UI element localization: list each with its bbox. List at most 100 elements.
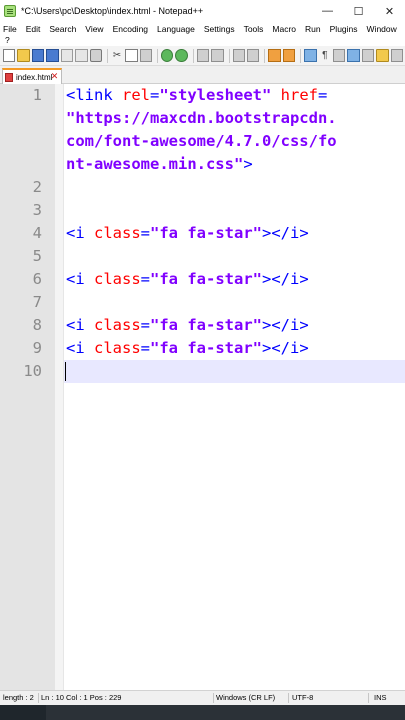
menu-language[interactable]: Language — [157, 24, 195, 34]
code-token-tag: = — [140, 270, 151, 288]
tab-close-icon[interactable]: ✕ — [50, 72, 59, 81]
find-icon[interactable] — [196, 49, 210, 62]
code-token-val: com/font-awesome/4.7.0/css/fo — [66, 132, 337, 150]
word-wrap-icon[interactable] — [304, 49, 317, 62]
menu-encoding[interactable]: Encoding — [113, 24, 148, 34]
status-insert-mode[interactable]: INS — [374, 693, 387, 702]
code-token-attr: href — [280, 86, 318, 104]
menu-file[interactable]: File — [3, 24, 17, 34]
status-bar: length : 2 Ln : 10 Col : 1 Pos : 229 Win… — [0, 690, 405, 705]
paste-icon[interactable] — [139, 49, 153, 62]
zoom-out-icon[interactable] — [247, 49, 260, 62]
minimize-button[interactable]: — — [312, 0, 343, 22]
doc-map-icon[interactable] — [347, 49, 360, 62]
menu-plugins[interactable]: Plugins — [330, 24, 358, 34]
code-line-text: <i class="fa fa-star"></i> — [66, 222, 309, 245]
line-number: 4 — [32, 224, 42, 242]
line-number: 1 — [32, 86, 42, 104]
current-code-line[interactable] — [64, 360, 405, 383]
undo-icon[interactable] — [161, 49, 174, 62]
code-line[interactable] — [64, 199, 405, 222]
code-token-val: "fa fa-star" — [150, 224, 262, 242]
close-all-icon[interactable] — [75, 49, 88, 62]
toolbar-separator — [228, 48, 230, 63]
code-line[interactable]: <i class="fa fa-star"></i> — [64, 337, 405, 360]
code-line[interactable]: <link rel="stylesheet" href= — [64, 84, 405, 107]
toolbar-separator — [192, 48, 194, 63]
zoom-in-icon[interactable] — [232, 49, 246, 62]
line-number: 7 — [32, 293, 42, 311]
save-icon[interactable] — [31, 49, 45, 62]
code-token-tag: <i — [66, 224, 94, 242]
code-line[interactable]: <i class="fa fa-star"></i> — [64, 268, 405, 291]
copy-icon[interactable] — [125, 49, 138, 62]
line-number-gutter: 1 2 3 4 5 6 7 8 9 10 — [0, 84, 55, 690]
code-line[interactable]: "https://maxcdn.bootstrapcdn. — [64, 107, 405, 130]
status-separator — [288, 693, 289, 703]
close-button[interactable]: ✕ — [374, 0, 405, 22]
menu-tools[interactable]: Tools — [244, 24, 264, 34]
save-all-icon[interactable] — [46, 49, 59, 62]
sync-v-icon[interactable] — [268, 49, 281, 62]
code-token-tag: ></i> — [262, 224, 309, 242]
taskbar — [0, 705, 405, 720]
menu-bar: File Edit Search View Encoding Language … — [0, 22, 405, 46]
line-number: 6 — [32, 270, 42, 288]
print-icon[interactable] — [89, 49, 102, 62]
menu-view[interactable]: View — [85, 24, 103, 34]
toolbar-separator — [300, 48, 302, 63]
toolbar: ✂ ¶ — [0, 46, 405, 66]
sync-h-icon[interactable] — [282, 49, 296, 62]
close-icon[interactable] — [60, 49, 74, 62]
code-token-tag: <i — [66, 270, 94, 288]
tab-index-html[interactable]: index.html ✕ — [2, 68, 62, 84]
code-token-attr: class — [94, 339, 141, 357]
code-line[interactable]: <i class="fa fa-star"></i> — [64, 222, 405, 245]
function-list-icon[interactable] — [361, 49, 375, 62]
record-macro-icon[interactable] — [390, 49, 404, 62]
menu-edit[interactable]: Edit — [26, 24, 41, 34]
replace-icon[interactable] — [211, 49, 224, 62]
code-token-val: "fa fa-star" — [150, 270, 262, 288]
menu-window[interactable]: Window — [367, 24, 397, 34]
code-token-val: "stylesheet" — [159, 86, 272, 104]
code-token-tag: = — [318, 86, 328, 104]
code-line[interactable] — [64, 291, 405, 314]
code-line-text: "https://maxcdn.bootstrapcdn. — [66, 107, 337, 130]
code-line[interactable]: com/font-awesome/4.7.0/css/fo — [64, 130, 405, 153]
line-number: 5 — [32, 247, 42, 265]
line-number: 8 — [32, 316, 42, 334]
toolbar-separator — [264, 48, 266, 63]
code-line-text: <i class="fa fa-star"></i> — [66, 268, 309, 291]
code-line[interactable] — [64, 245, 405, 268]
code-line-text: <i class="fa fa-star"></i> — [66, 337, 309, 360]
toolbar-separator — [157, 48, 159, 63]
cut-icon[interactable]: ✂ — [111, 49, 123, 62]
unsaved-file-icon — [5, 72, 13, 82]
redo-icon[interactable] — [175, 49, 188, 62]
new-file-icon[interactable] — [3, 49, 16, 62]
taskbar-start-area[interactable] — [0, 705, 46, 720]
editor-area[interactable]: 1 2 3 4 5 6 7 8 9 10 <link rel="stylesheet" href=… — [0, 84, 405, 690]
menu-help[interactable]: ? — [5, 35, 10, 45]
open-folder-icon[interactable] — [17, 49, 30, 62]
menu-macro[interactable]: Macro — [272, 24, 296, 34]
menu-settings[interactable]: Settings — [204, 24, 235, 34]
folder-workspace-icon[interactable] — [376, 49, 389, 62]
menu-run[interactable]: Run — [305, 24, 321, 34]
code-line[interactable] — [64, 176, 405, 199]
code-line[interactable]: nt-awesome.min.css"> — [64, 153, 405, 176]
status-separator — [368, 693, 369, 703]
maximize-button[interactable]: ☐ — [343, 0, 374, 22]
menu-search[interactable]: Search — [49, 24, 76, 34]
status-encoding[interactable]: UTF-8 — [292, 693, 313, 702]
code-line[interactable]: <i class="fa fa-star"></i> — [64, 314, 405, 337]
code-line-text: <i class="fa fa-star"></i> — [66, 314, 309, 337]
indent-guide-icon[interactable] — [332, 49, 346, 62]
status-eol[interactable]: Windows (CR LF) — [216, 693, 275, 702]
all-chars-icon[interactable]: ¶ — [319, 49, 331, 62]
toolbar-separator — [106, 48, 108, 63]
code-token-attr: rel — [122, 86, 150, 104]
line-number: 2 — [32, 178, 42, 196]
fold-margin — [55, 84, 64, 690]
